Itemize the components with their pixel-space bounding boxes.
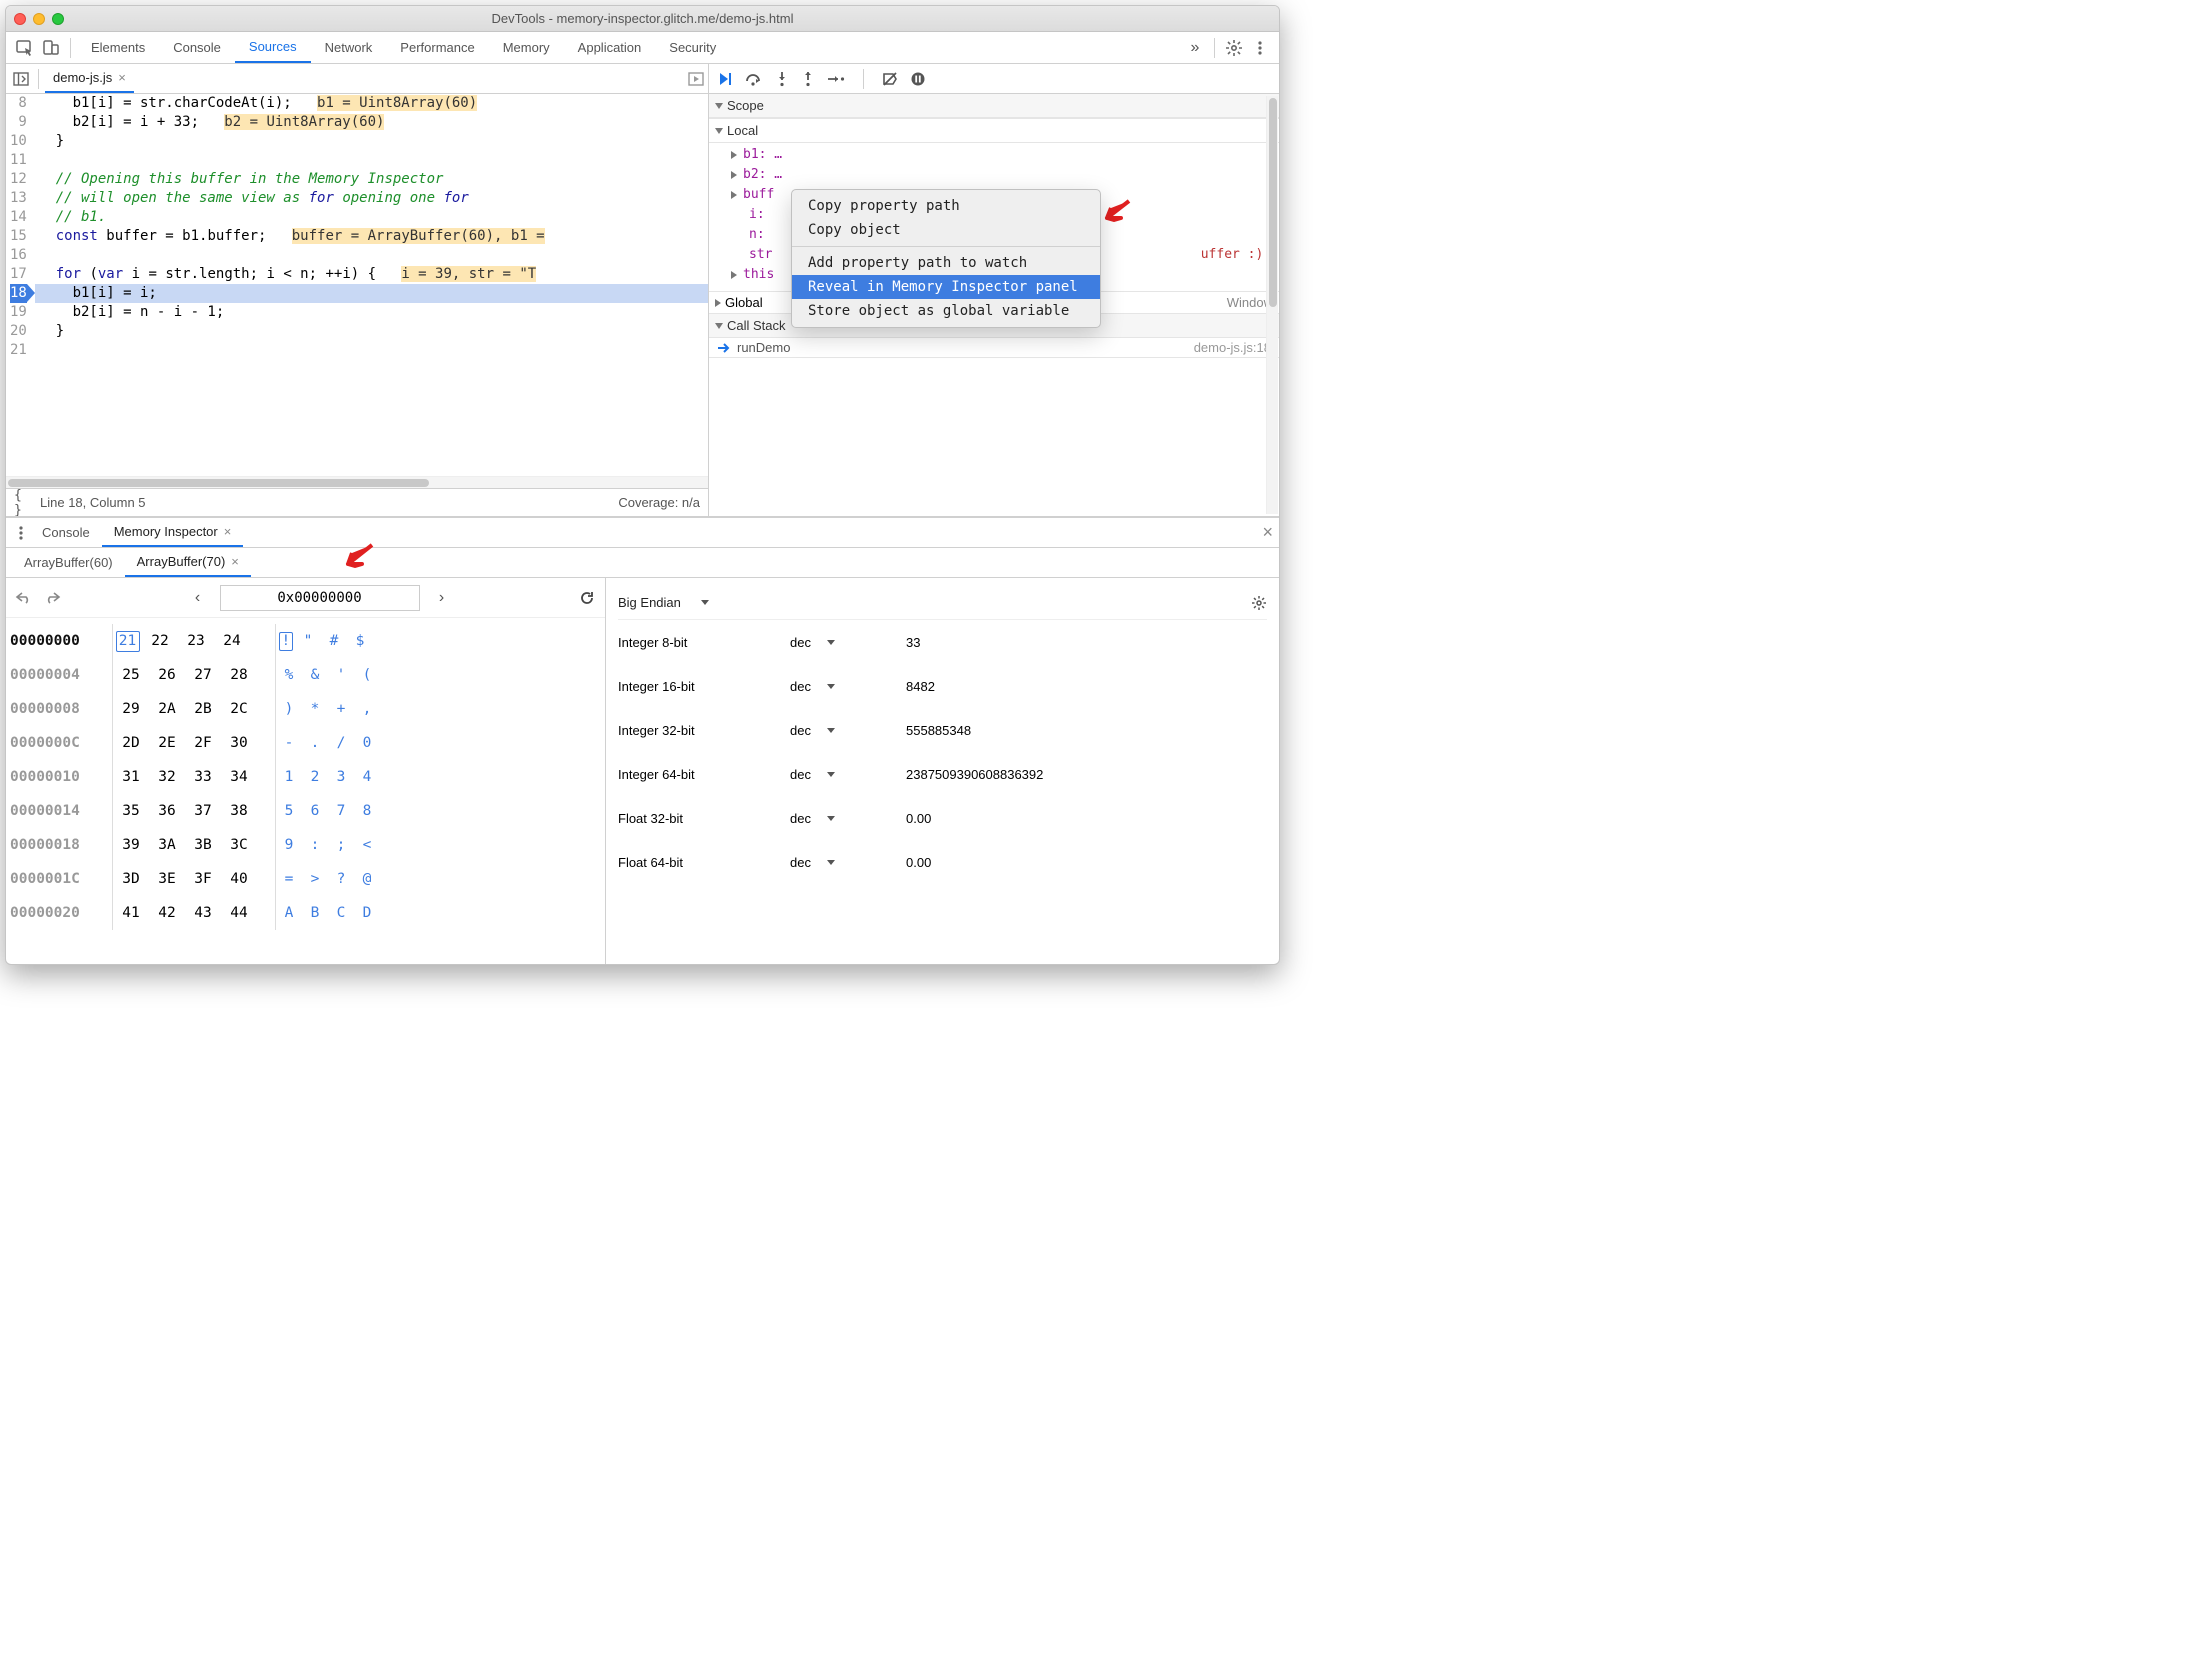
kebab-icon[interactable] bbox=[12, 525, 30, 541]
tab-security[interactable]: Security bbox=[655, 32, 730, 63]
format-select[interactable]: dec bbox=[790, 811, 906, 826]
file-tab[interactable]: demo-js.js × bbox=[45, 64, 134, 93]
drawer-tabs: Console Memory Inspector × × bbox=[6, 518, 1279, 548]
close-icon[interactable]: × bbox=[118, 70, 126, 85]
settings-icon[interactable] bbox=[1221, 35, 1247, 61]
drawer-close-icon[interactable]: × bbox=[1262, 522, 1273, 543]
value-row: Float 64-bitdec0.00 bbox=[618, 840, 1267, 884]
refresh-icon[interactable] bbox=[579, 590, 595, 606]
menu-store-global[interactable]: Store object as global variable bbox=[792, 299, 1100, 323]
tab-network[interactable]: Network bbox=[311, 32, 387, 63]
scope-var-b1[interactable]: b1: … bbox=[717, 145, 1279, 165]
hex-row[interactable]: 0000000C2D2E2F30-./0 bbox=[10, 726, 605, 760]
tab-elements[interactable]: Elements bbox=[77, 32, 159, 63]
value-row: Float 32-bitdec0.00 bbox=[618, 796, 1267, 840]
value-row: Integer 16-bitdec8482 bbox=[618, 664, 1267, 708]
run-snippet-icon[interactable] bbox=[688, 72, 704, 86]
menu-add-to-watch[interactable]: Add property path to watch bbox=[792, 251, 1100, 275]
close-icon[interactable]: × bbox=[231, 554, 239, 569]
scope-header[interactable]: Scope bbox=[709, 94, 1279, 118]
scope-var-b2[interactable]: b2: … bbox=[717, 165, 1279, 185]
horizontal-scrollbar[interactable] bbox=[6, 476, 708, 488]
navigator-icon[interactable] bbox=[10, 72, 32, 86]
close-icon[interactable]: × bbox=[224, 524, 232, 539]
tab-sources[interactable]: Sources bbox=[235, 32, 311, 63]
settings-icon[interactable] bbox=[1251, 595, 1267, 611]
file-tab-bar: demo-js.js × bbox=[6, 64, 708, 94]
context-menu: Copy property path Copy object Add prope… bbox=[791, 189, 1101, 328]
hex-row[interactable]: 00000014353637385678 bbox=[10, 794, 605, 828]
kebab-icon[interactable] bbox=[1247, 35, 1273, 61]
value-row: Integer 8-bitdec33 bbox=[618, 620, 1267, 664]
format-select[interactable]: dec bbox=[790, 855, 906, 870]
debugger-pane: Scope Local b1: … b2: … buff i: n: struf… bbox=[709, 64, 1279, 516]
next-page-icon[interactable]: › bbox=[432, 589, 452, 607]
deactivate-breakpoints-icon[interactable] bbox=[882, 71, 898, 87]
menu-reveal-memory-inspector[interactable]: Reveal in Memory Inspector panel bbox=[792, 275, 1100, 299]
memory-inspector-hex: ‹ › 0000000021222324!"#$0000000425262728… bbox=[6, 578, 606, 964]
drawer-tab-console[interactable]: Console bbox=[30, 518, 102, 547]
format-select[interactable]: dec bbox=[790, 635, 906, 650]
status-bar: { } Line 18, Column 5 Coverage: n/a bbox=[6, 488, 708, 516]
window-title: DevTools - memory-inspector.glitch.me/de… bbox=[6, 11, 1279, 26]
main-tabs: ElementsConsoleSourcesNetworkPerformance… bbox=[6, 32, 1279, 64]
tab-performance[interactable]: Performance bbox=[386, 32, 488, 63]
chevron-down-icon bbox=[701, 600, 709, 605]
pause-exceptions-icon[interactable] bbox=[910, 71, 926, 87]
undo-icon[interactable] bbox=[16, 591, 32, 605]
memory-inspector-values: Big Endian Integer 8-bitdec33Integer 16-… bbox=[606, 578, 1279, 964]
tab-application[interactable]: Application bbox=[564, 32, 656, 63]
step-into-icon[interactable] bbox=[775, 71, 789, 87]
scope-global-header[interactable]: Global bbox=[725, 295, 763, 310]
devtools-window: DevTools - memory-inspector.glitch.me/de… bbox=[5, 5, 1280, 965]
annotation-arrow-2 bbox=[340, 542, 376, 572]
value-row: Integer 32-bitdec555885348 bbox=[618, 708, 1267, 752]
hex-row[interactable]: 0000001C3D3E3F40=>?@ bbox=[10, 862, 605, 896]
file-tab-label: demo-js.js bbox=[53, 70, 112, 85]
step-out-icon[interactable] bbox=[801, 71, 815, 87]
hex-row[interactable]: 00000018393A3B3C9:;< bbox=[10, 828, 605, 862]
format-select[interactable]: dec bbox=[790, 679, 906, 694]
step-over-icon[interactable] bbox=[745, 71, 763, 87]
tab-console[interactable]: Console bbox=[159, 32, 235, 63]
menu-copy-property-path[interactable]: Copy property path bbox=[792, 194, 1100, 218]
pretty-print-icon[interactable]: { } bbox=[14, 488, 34, 518]
hex-row[interactable]: 0000002041424344ABCD bbox=[10, 896, 605, 930]
vertical-scrollbar[interactable] bbox=[1266, 96, 1278, 514]
sources-left-pane: demo-js.js × 89101112131415161718192021 … bbox=[6, 64, 709, 516]
coverage-status: Coverage: n/a bbox=[618, 495, 700, 510]
format-select[interactable]: dec bbox=[790, 723, 906, 738]
scope-local-header[interactable]: Local bbox=[709, 119, 1279, 143]
redo-icon[interactable] bbox=[44, 591, 60, 605]
tab-memory[interactable]: Memory bbox=[489, 32, 564, 63]
resume-icon[interactable] bbox=[717, 71, 733, 87]
hex-row[interactable]: 00000008292A2B2C)*+, bbox=[10, 692, 605, 726]
callstack-item[interactable]: runDemo demo-js.js:18 bbox=[709, 338, 1279, 357]
inspect-icon[interactable] bbox=[12, 35, 38, 61]
hex-row[interactable]: 0000000021222324!"#$ bbox=[10, 624, 605, 658]
drawer-tab-memory-inspector[interactable]: Memory Inspector × bbox=[102, 518, 244, 547]
drawer: Console Memory Inspector × × ArrayBuffer… bbox=[6, 516, 1279, 964]
code-editor[interactable]: 89101112131415161718192021 b1[i] = str.c… bbox=[6, 94, 708, 476]
format-select[interactable]: dec bbox=[790, 767, 906, 782]
annotation-arrow-1 bbox=[1099, 198, 1133, 226]
endian-select[interactable]: Big Endian bbox=[618, 595, 709, 610]
menu-copy-object[interactable]: Copy object bbox=[792, 218, 1100, 242]
step-icon[interactable] bbox=[827, 72, 845, 86]
buffer-tab-0[interactable]: ArrayBuffer(60) bbox=[12, 548, 125, 577]
cursor-position: Line 18, Column 5 bbox=[40, 495, 146, 510]
prev-page-icon[interactable]: ‹ bbox=[188, 589, 208, 607]
hex-row[interactable]: 00000010313233341234 bbox=[10, 760, 605, 794]
buffer-tabs: ArrayBuffer(60) ArrayBuffer(70) × bbox=[6, 548, 1279, 578]
titlebar: DevTools - memory-inspector.glitch.me/de… bbox=[6, 6, 1279, 32]
value-row: Integer 64-bitdec2387509390608836392 bbox=[618, 752, 1267, 796]
address-input[interactable] bbox=[220, 585, 420, 611]
scope-local-body: b1: … b2: … buff i: n: struffer :)!" thi… bbox=[709, 143, 1279, 291]
debugger-toolbar bbox=[709, 64, 1279, 94]
device-mode-icon[interactable] bbox=[38, 35, 64, 61]
more-tabs-icon[interactable]: » bbox=[1182, 35, 1208, 61]
hex-row[interactable]: 0000000425262728%&'( bbox=[10, 658, 605, 692]
buffer-tab-1[interactable]: ArrayBuffer(70) × bbox=[125, 548, 251, 577]
